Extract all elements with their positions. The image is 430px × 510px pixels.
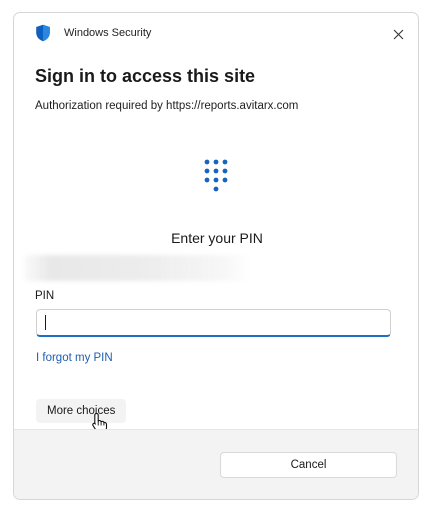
dialog-footer: Cancel	[14, 429, 418, 499]
title-bar: Windows Security	[14, 13, 418, 55]
forgot-pin-link[interactable]: I forgot my PIN	[36, 352, 113, 364]
close-button[interactable]	[384, 21, 412, 47]
windows-security-shield-icon	[36, 24, 50, 42]
text-caret	[45, 315, 46, 330]
windows-security-dialog: Windows Security Sign in to access this …	[13, 12, 419, 500]
dialog-heading: Sign in to access this site	[35, 66, 256, 86]
more-choices-button[interactable]: More choices	[36, 399, 127, 423]
close-icon	[393, 29, 403, 39]
authorization-text: Authorization required by https://report…	[35, 100, 299, 112]
pin-input[interactable]	[36, 309, 391, 337]
cancel-button[interactable]: Cancel	[220, 452, 397, 478]
window-title: Windows Security	[64, 27, 152, 39]
enter-pin-prompt: Enter your PIN	[171, 230, 263, 246]
pin-label: PIN	[35, 290, 55, 302]
pin-keypad-icon	[204, 159, 228, 192]
redacted-account-bar	[24, 255, 249, 281]
